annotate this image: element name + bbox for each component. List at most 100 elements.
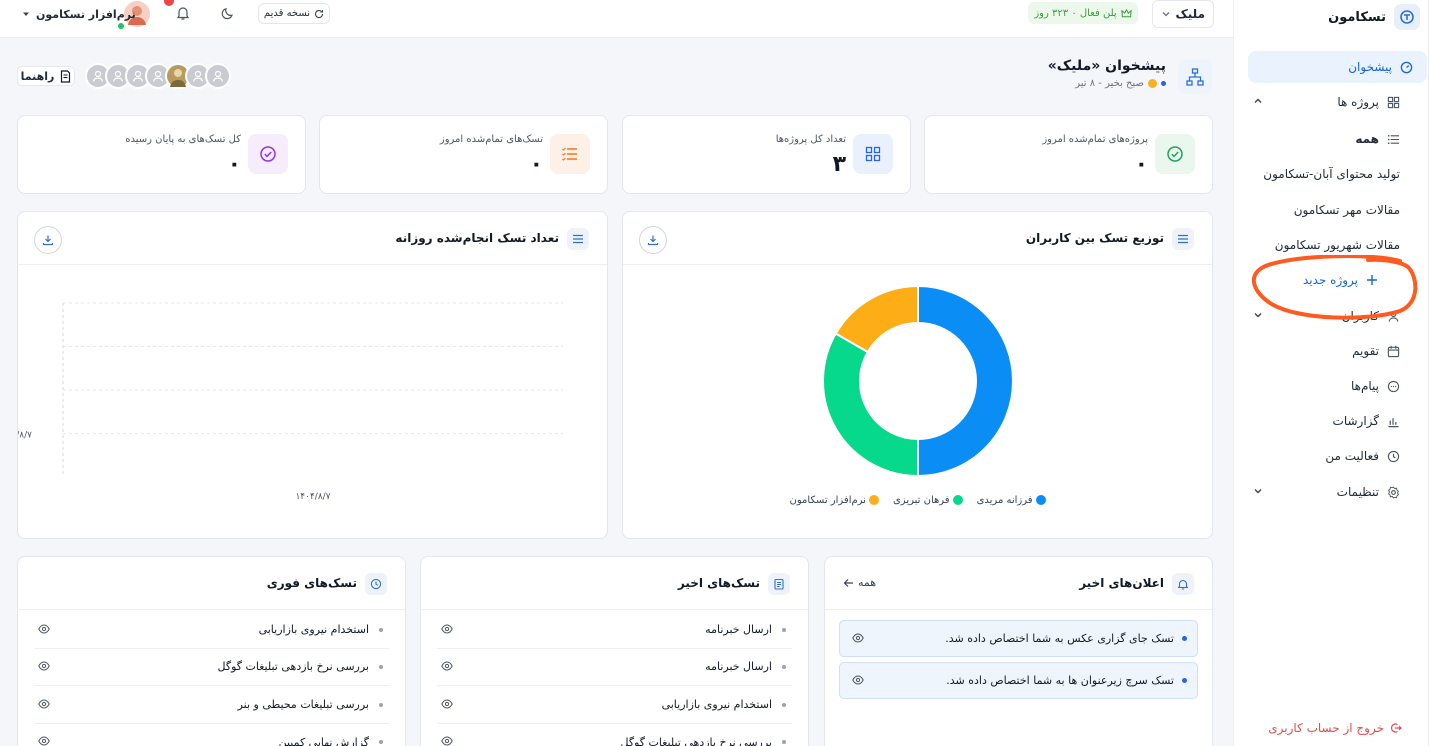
greeting-text: صبح بخیر - ۸ تیر (1075, 78, 1144, 89)
sidebar-item-label: تولید محتوای آبان-تسکامون (1263, 167, 1400, 181)
sidebar: تسکامون پیشخوان پروژه ها همه تولید محتوا… (1233, 0, 1429, 746)
list-icon (1172, 228, 1194, 250)
notification-item[interactable]: تسک سرچ زیرعنوان ها به شما اختصاص داده ش… (839, 662, 1198, 699)
sidebar-item-messages[interactable]: پیام‌ها (1248, 370, 1414, 402)
plan-badge[interactable]: پلن فعال ۰ ۳۲۳ روز (1028, 2, 1138, 24)
task-title: گزارش نهایی کمپین (278, 735, 369, 746)
clock-icon (1387, 450, 1400, 463)
bullet (782, 627, 786, 632)
brand-logo-icon (1394, 4, 1420, 30)
list-item[interactable]: استخدام نیروی بازاریابی (34, 611, 389, 649)
clock-icon (365, 573, 387, 595)
legend-item[interactable]: فرهان تبریزی (893, 495, 963, 506)
notification-item[interactable]: تسک جای گزاری عکس به شما اختصاص داده شد. (839, 620, 1198, 657)
bell-icon[interactable] (176, 5, 190, 21)
sidebar-item-label: فعالیت من (1325, 449, 1379, 463)
grid-icon (1387, 96, 1400, 109)
legend-swatch (1035, 495, 1046, 505)
chevron-up-icon[interactable] (1252, 95, 1264, 107)
logout-button[interactable]: خروج از حساب کاربری (1248, 718, 1416, 738)
unread-dot (1182, 678, 1187, 683)
eye-icon[interactable] (441, 661, 453, 671)
recent-tasks-panel: تسک‌های اخیر ارسال خبرنامه ارسال خبرنامه… (420, 556, 809, 746)
panel-header: تسک‌های اخیر (421, 557, 808, 610)
workspace-select[interactable]: ملیک (1152, 0, 1214, 28)
old-version-label: نسخه قدیم (263, 8, 311, 19)
user-name: نرم‌افزار تسکامون (36, 7, 136, 21)
notification-text: تسک جای گزاری عکس به شما اختصاص داده شد. (945, 632, 1174, 645)
sidebar-item-label: پیشخوان (1348, 60, 1392, 74)
legend-item[interactable]: فرزانه مریدی (977, 495, 1046, 506)
download-button[interactable] (639, 226, 667, 254)
eye-icon[interactable] (852, 633, 864, 643)
bell-icon (1172, 573, 1194, 595)
chart-legend: فرزانه مریدی فرهان تبریزی نرم‌افزار تسکامو… (623, 495, 1212, 506)
stat-value: ۰ (227, 152, 241, 177)
clipboard-icon (768, 573, 790, 595)
list-item[interactable]: استخدام نیروی بازاریابی (437, 686, 792, 724)
see-all-link[interactable]: همه (843, 576, 876, 589)
sidebar-item-dashboard[interactable]: پیشخوان (1248, 51, 1427, 83)
sidebar-item-calendar[interactable]: تقویم (1248, 335, 1414, 367)
sidebar-item-project-mehr[interactable]: مقالات مهر تسکامون (1248, 194, 1414, 226)
sidebar-item-settings[interactable]: تنظیمات (1248, 476, 1414, 508)
list-item[interactable]: گزارش نهایی کمپین (34, 723, 389, 746)
logout-icon (1390, 722, 1402, 734)
stat-label: کل تسک‌های به پایان رسیده (125, 134, 241, 145)
sidebar-item-label: گزارشات (1332, 414, 1379, 428)
sidebar-item-projects[interactable]: پروژه ها (1248, 86, 1414, 118)
legend-item[interactable]: نرم‌افزار تسکامون (789, 495, 879, 506)
moon-icon[interactable] (221, 6, 235, 20)
eye-icon[interactable] (852, 675, 864, 685)
list-item[interactable]: بررسی نرخ بازدهی تبلیغات گوگل (437, 723, 792, 746)
dashboard-icon (1400, 61, 1413, 74)
pie-slice[interactable] (917, 284, 1014, 478)
stat-card-total-projects: تعداد کل پروژه‌ها ۳ (622, 115, 911, 194)
page-title: پیشخوان «ملیک» (1047, 58, 1166, 74)
online-status-dot (118, 23, 124, 29)
sidebar-item-label: مقالات مهر تسکامون (1293, 203, 1400, 217)
eye-icon[interactable] (441, 699, 453, 709)
help-button[interactable]: راهنما (17, 66, 75, 86)
legend-swatch (952, 495, 963, 505)
list-item[interactable]: ارسال خبرنامه (437, 648, 792, 686)
eye-icon[interactable] (441, 736, 453, 746)
eye-icon[interactable] (38, 736, 50, 746)
check-circle-icon (248, 134, 288, 174)
download-button[interactable] (34, 226, 62, 254)
task-title: بررسی تبلیغات محیطی و بنر (237, 698, 369, 711)
line-chart: ۰/۸/۷ ۱۴۰۴/۸/۷ (18, 302, 563, 502)
eye-icon[interactable] (38, 661, 50, 671)
sidebar-item-my-activity[interactable]: فعالیت من (1248, 440, 1414, 472)
list-item[interactable]: بررسی تبلیغات محیطی و بنر (34, 686, 389, 724)
brand[interactable]: تسکامون (1246, 3, 1420, 31)
eye-icon[interactable] (441, 624, 453, 634)
task-title: استخدام نیروی بازاریابی (661, 698, 772, 711)
task-title: ارسال خبرنامه (705, 623, 772, 636)
legend-label: فرهان تبریزی (892, 495, 950, 506)
sidebar-item-project-aban[interactable]: تولید محتوای آبان-تسکامون (1248, 158, 1414, 190)
legend-label: فرزانه مریدی (976, 495, 1033, 506)
sidebar-item-all-projects[interactable]: همه (1248, 123, 1414, 155)
list-item[interactable]: ارسال خبرنامه (437, 611, 792, 649)
eye-icon[interactable] (38, 699, 50, 709)
bullet (379, 740, 383, 744)
stat-card-projects-done-today: پروژه‌های تمام‌شده امروز ۰ (924, 115, 1213, 194)
eye-icon[interactable] (38, 624, 50, 634)
highlight-annotation-ring (1251, 255, 1418, 320)
gear-icon (1387, 486, 1400, 499)
old-version-button[interactable]: نسخه قدیم (258, 3, 330, 24)
user-menu[interactable]: نرم‌افزار تسکامون (22, 5, 136, 23)
unread-dot (1182, 636, 1187, 641)
team-avatars[interactable] (85, 63, 231, 89)
chevron-down-icon[interactable] (1252, 485, 1264, 497)
sidebar-item-label: همه (1355, 132, 1379, 146)
stat-card-total-tasks-completed: کل تسک‌های به پایان رسیده ۰ (17, 115, 306, 194)
bullet (379, 702, 383, 707)
list-item[interactable]: بررسی نرخ بازدهی تبلیغات گوگل (34, 648, 389, 686)
panel-header: تسک‌های فوری (18, 557, 405, 610)
topbar: ملیک پلن فعال ۰ ۳۲۳ روز نسخه قدیم نرم‌اف… (0, 0, 1233, 38)
list-icon (1387, 133, 1400, 146)
pie-slice[interactable] (822, 332, 919, 478)
sidebar-item-reports[interactable]: گزارشات (1248, 405, 1414, 437)
